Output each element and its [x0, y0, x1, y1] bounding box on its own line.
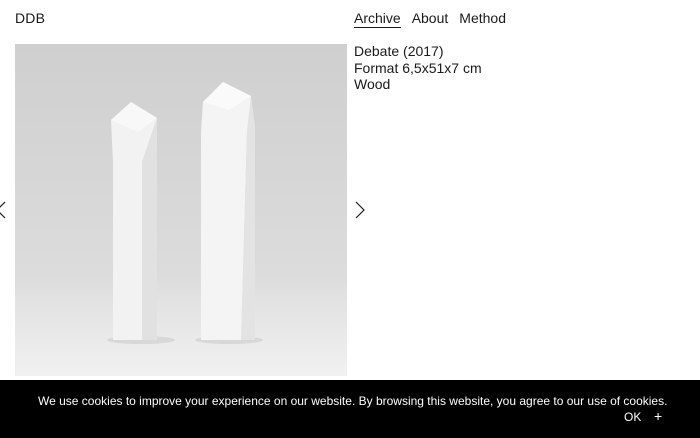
site-logo[interactable]: DDB — [15, 10, 45, 26]
nav-about[interactable]: About — [412, 10, 449, 28]
artwork-format: Format 6,5x51x7 cm — [354, 59, 482, 76]
cookie-message: We use cookies to improve your experienc… — [38, 394, 668, 408]
nav-method[interactable]: Method — [459, 10, 506, 28]
artwork-photo — [15, 44, 347, 376]
nav-archive[interactable]: Archive — [354, 10, 401, 28]
cookie-close-button[interactable]: + — [654, 408, 662, 424]
chevron-right-icon[interactable] — [352, 200, 368, 220]
cookie-banner: We use cookies to improve your experienc… — [0, 380, 700, 438]
artwork-material: Wood — [354, 76, 391, 92]
artwork-title: Debate (2017) — [354, 43, 444, 59]
cookie-ok-button[interactable]: OK — [624, 410, 641, 424]
artwork-details: Debate (2017) Format 6,5x51x7 cm Wood — [354, 43, 482, 93]
main-nav: Archive About Method — [354, 10, 506, 28]
sculpture-image — [107, 82, 263, 344]
chevron-left-icon[interactable] — [0, 200, 10, 220]
